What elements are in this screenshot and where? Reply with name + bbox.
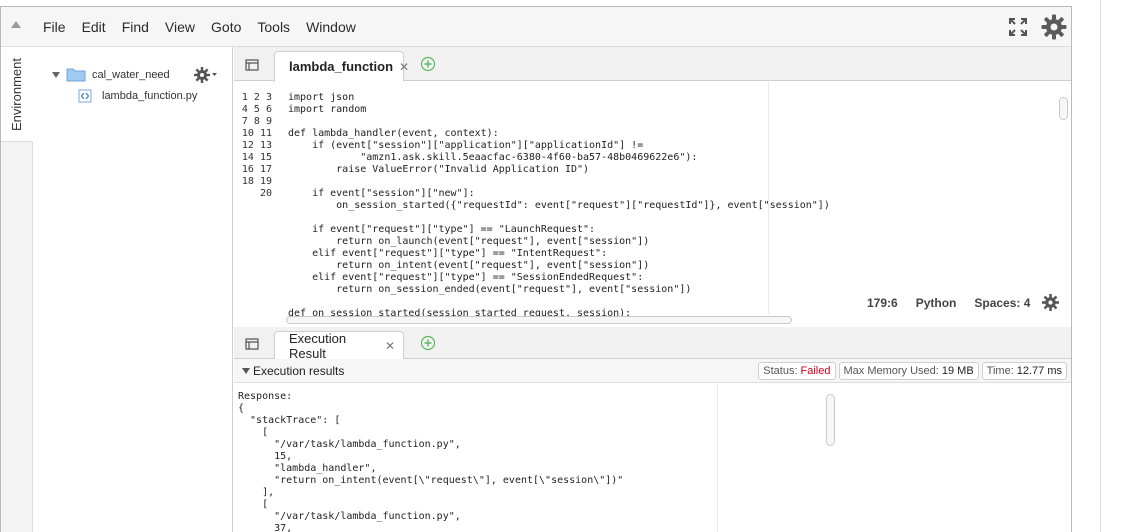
memory-badge: Max Memory Used: 19 MB (838, 362, 979, 380)
environment-tab-label: Environment (9, 58, 24, 131)
page: File Edit Find View Goto Tools Window En… (0, 0, 1126, 532)
execution-results-header[interactable]: Execution results Status: Failed Max Mem… (234, 359, 1071, 383)
tab-execution-result-label: Execution Result (289, 330, 347, 361)
memory-value: 19 MB (941, 365, 974, 377)
menu-tools[interactable]: Tools (249, 19, 298, 35)
cursor-position[interactable]: 179:6 (867, 296, 898, 310)
editor-horizontal-scrollbar[interactable] (286, 316, 792, 324)
tree-file-row[interactable]: lambda_function.py (78, 89, 197, 103)
folder-expand-arrow-icon[interactable] (52, 71, 60, 78)
tab-execution-result[interactable]: Execution Result ✕ (274, 330, 404, 361)
status-value: Failed (800, 365, 831, 377)
collapse-menu-icon[interactable] (11, 21, 21, 28)
time-badge: Time: 12.77 ms (981, 362, 1067, 380)
memory-label: Max Memory Used: (843, 365, 939, 377)
response-output[interactable]: Response: { "stackTrace": [ [ "/var/task… (234, 384, 718, 532)
time-label: Time: (986, 365, 1014, 377)
response-text: Response: { "stackTrace": [ [ "/var/task… (238, 391, 624, 532)
code-text[interactable]: import json import random def lambda_han… (288, 92, 830, 320)
menu-view[interactable]: View (157, 19, 203, 35)
editor-status-bar: 179:6 Python Spaces: 4 (867, 294, 1060, 311)
menu-goto[interactable]: Goto (203, 19, 249, 35)
menu-find[interactable]: Find (114, 19, 157, 35)
folder-name: cal_water_need (92, 68, 170, 81)
tree-settings-gear-icon[interactable] (194, 67, 218, 83)
tab-lambda-function-label: lambda_function (289, 59, 394, 74)
editor-tab-bar: lambda_function ✕ (234, 47, 1071, 82)
language-mode[interactable]: Python (916, 296, 957, 310)
menu-edit[interactable]: Edit (74, 19, 114, 35)
add-results-tab-icon[interactable] (420, 335, 436, 351)
close-results-tab-icon[interactable]: ✕ (385, 339, 395, 353)
fullscreen-icon[interactable] (1009, 18, 1027, 36)
result-badges: Status: Failed Max Memory Used: 19 MB Ti… (755, 362, 1067, 380)
results-pane-menu-icon[interactable] (245, 338, 259, 350)
results-vertical-scrollbar[interactable] (826, 394, 835, 446)
file-name: lambda_function.py (102, 90, 198, 102)
results-collapse-arrow-icon[interactable] (242, 368, 250, 374)
close-tab-icon[interactable]: ✕ (399, 60, 409, 74)
menu-items: File Edit Find View Goto Tools Window (35, 7, 364, 47)
time-value: 12.77 ms (1016, 365, 1062, 377)
execution-results-title: Execution results (253, 364, 345, 378)
editor-settings-gear-icon[interactable] (1042, 294, 1060, 311)
side-panel-tabs: Environment (1, 47, 33, 532)
results-tab-bar: Execution Result ✕ (234, 327, 1071, 361)
indent-setting[interactable]: Spaces: 4 (974, 296, 1030, 310)
code-editor[interactable]: 1 2 3 4 5 6 7 8 9 10 11 12 13 14 15 16 1… (234, 82, 1071, 327)
preferences-gear-icon[interactable] (1041, 14, 1067, 40)
file-tree: cal_water_need lambda_function.py (34, 47, 233, 532)
folder-icon (66, 68, 86, 82)
ide-window: File Edit Find View Goto Tools Window En… (0, 6, 1072, 532)
menu-file[interactable]: File (35, 19, 74, 35)
line-numbers: 1 2 3 4 5 6 7 8 9 10 11 12 13 14 15 16 1… (241, 92, 272, 199)
editor-pane-menu-icon[interactable] (245, 59, 259, 71)
menu-window[interactable]: Window (298, 19, 364, 35)
environment-tab[interactable]: Environment (1, 47, 33, 142)
tab-lambda-function[interactable]: lambda_function ✕ (274, 51, 409, 82)
add-tab-icon[interactable] (420, 56, 436, 72)
menu-bar: File Edit Find View Goto Tools Window (1, 7, 1071, 47)
print-margin-line (768, 82, 769, 314)
tree-folder-row[interactable]: cal_water_need (52, 67, 170, 82)
editor-vertical-scrollbar[interactable] (1059, 97, 1068, 120)
status-label: Status: (763, 365, 798, 377)
status-badge: Status: Failed (758, 362, 836, 380)
outer-right-panel (1100, 0, 1126, 532)
python-file-icon (78, 89, 92, 103)
